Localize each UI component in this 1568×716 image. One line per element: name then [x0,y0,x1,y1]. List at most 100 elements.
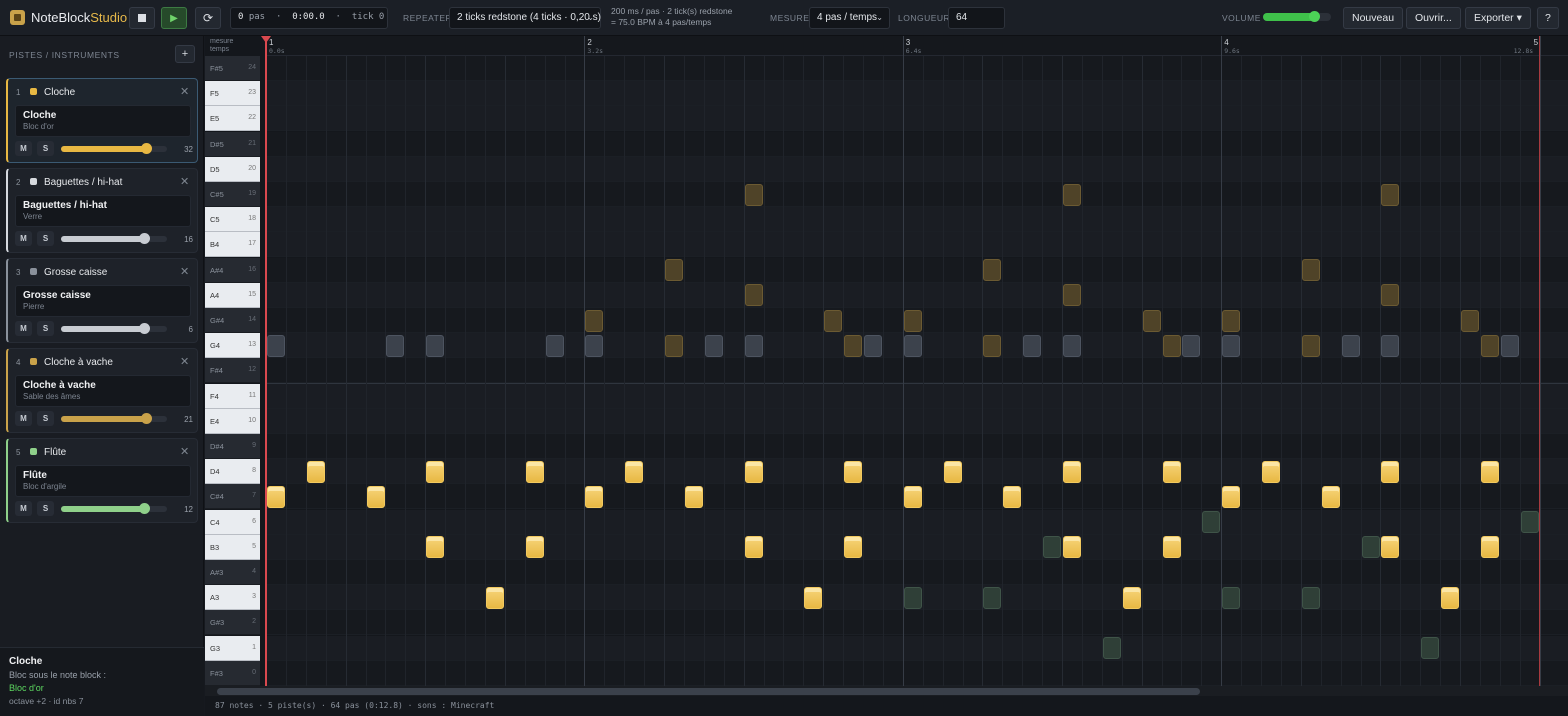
length-input[interactable]: 64 [948,7,1005,29]
track-card[interactable]: 1 Cloche ✕ Cloche Bloc d'or M S 32 [6,78,198,163]
close-icon[interactable]: ✕ [180,355,189,368]
grid-row[interactable] [266,106,1568,132]
loop-button[interactable]: ⟳ [195,7,221,29]
piano-key[interactable]: G#4 14 [205,308,260,333]
mute-button[interactable]: M [15,411,32,426]
note-block[interactable] [1361,536,1380,559]
note-block[interactable] [1102,637,1121,660]
note-block[interactable] [1480,334,1499,357]
piano-key[interactable]: D#5 21 [205,131,260,157]
piano-key[interactable]: E5 22 [205,106,260,132]
note-block[interactable] [1003,485,1022,508]
grid-row[interactable] [266,81,1568,107]
piano-key[interactable]: D#4 9 [205,434,260,459]
note-block[interactable] [1321,485,1340,508]
grid-row[interactable] [266,257,1568,283]
grid-row[interactable] [266,635,1568,661]
note-block[interactable] [1063,460,1081,483]
instrument-select[interactable]: Baguettes / hi-hat Verre [15,195,191,227]
note-block[interactable] [1023,334,1042,357]
track-volume-slider[interactable] [61,503,167,514]
piano-key[interactable]: C4 6 [205,509,260,535]
solo-button[interactable]: S [37,141,54,156]
piano-key[interactable]: C5 18 [205,207,260,233]
note-block[interactable] [684,485,703,508]
repeater-select[interactable]: 2 ticks redstone (4 ticks · 0,20 s) ⌄ [449,7,601,29]
grid-row[interactable] [266,56,1568,81]
close-icon[interactable]: ✕ [180,175,189,188]
track-card[interactable]: 4 Cloche à vache ✕ Cloche à vache Sable … [6,348,198,433]
note-block[interactable] [306,460,325,483]
close-icon[interactable]: ✕ [180,445,189,458]
note-block[interactable] [485,586,504,609]
note-block[interactable] [525,536,544,559]
note-block[interactable] [1341,334,1360,357]
grid-row[interactable] [266,282,1568,308]
track-volume-knob[interactable] [138,323,150,334]
instrument-select[interactable]: Flûte Bloc d'argile [15,465,191,497]
note-block[interactable] [1063,183,1081,206]
volume-slider[interactable] [1263,11,1331,22]
note-block[interactable] [864,334,882,357]
note-block[interactable] [1381,460,1400,483]
note-block[interactable] [903,334,922,357]
note-block[interactable] [1182,334,1201,357]
note-block[interactable] [983,334,1002,357]
grid-row[interactable] [266,509,1568,535]
add-track-button[interactable]: + [175,45,195,63]
piano-key[interactable]: F#4 12 [205,358,260,384]
scrollbar-thumb[interactable] [217,688,1200,695]
grid-row[interactable] [266,207,1568,233]
note-block[interactable] [744,334,763,357]
note-block[interactable] [1480,460,1499,483]
note-block[interactable] [267,485,285,508]
note-block[interactable] [903,309,922,332]
grid-row[interactable] [266,408,1568,434]
note-block[interactable] [1381,334,1400,357]
piano-key[interactable]: F4 11 [205,383,260,409]
note-block[interactable] [1520,511,1539,534]
piano-key[interactable]: E4 10 [205,408,260,434]
note-block[interactable] [585,309,604,332]
track-card[interactable]: 5 Flûte ✕ Flûte Bloc d'argile M S 12 [6,438,198,523]
mute-button[interactable]: M [15,321,32,336]
note-block[interactable] [585,485,604,508]
note-block[interactable] [1063,334,1081,357]
grid-row[interactable] [266,156,1568,182]
track-card[interactable]: 2 Baguettes / hi-hat ✕ Baguettes / hi-ha… [6,168,198,253]
note-block[interactable] [1043,536,1062,559]
grid-row[interactable] [266,182,1568,207]
grid-row[interactable] [266,434,1568,459]
instrument-select[interactable]: Cloche Bloc d'or [15,105,191,137]
grid-row[interactable] [266,560,1568,585]
note-block[interactable] [267,334,285,357]
track-name[interactable]: Flûte [44,447,66,458]
note-block[interactable] [386,334,405,357]
note-block[interactable] [943,460,962,483]
piano-key[interactable]: A#4 16 [205,257,260,283]
note-block[interactable] [426,334,445,357]
track-volume-knob[interactable] [140,413,152,424]
note-block[interactable] [1222,309,1241,332]
note-block[interactable] [1262,460,1280,483]
note-block[interactable] [704,334,723,357]
piano-key[interactable]: B3 5 [205,534,260,560]
playhead-marker-icon[interactable] [261,36,271,43]
note-block[interactable] [426,536,445,559]
note-block[interactable] [1122,586,1141,609]
piano-key[interactable]: G4 13 [205,333,260,359]
grid-row[interactable] [266,459,1568,485]
export-button[interactable]: Exporter ▾ [1465,7,1531,29]
open-button[interactable]: Ouvrir... [1406,7,1461,29]
note-block[interactable] [1063,284,1081,307]
new-button[interactable]: Nouveau [1343,7,1404,29]
track-volume-slider[interactable] [61,413,167,424]
close-icon[interactable]: ✕ [180,265,189,278]
note-block[interactable] [1142,309,1161,332]
track-volume-knob[interactable] [140,143,152,154]
note-block[interactable] [1202,511,1221,534]
note-block[interactable] [983,586,1002,609]
note-block[interactable] [1301,259,1320,282]
note-block[interactable] [545,334,564,357]
close-icon[interactable]: ✕ [180,85,189,98]
